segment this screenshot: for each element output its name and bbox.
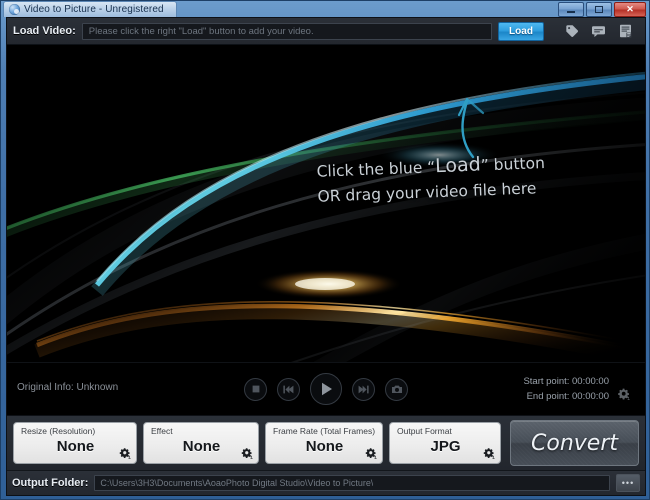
resize-settings-gear-icon[interactable] [119,447,132,460]
load-video-bar: Load Video: Please click the right "Load… [7,18,645,45]
original-info-label: Original Info: Unknown [17,382,119,393]
previous-button[interactable] [277,377,300,401]
hint-line-1-emphasis: Load [434,153,482,178]
frame-rate-option[interactable]: Frame Rate (Total Frames) None [265,422,383,464]
output-folder-path: C:\Users\3H3\Documents\AoaoPhoto Digital… [100,478,374,488]
next-icon [358,385,369,393]
play-icon [321,382,332,396]
frame-rate-settings-gear-icon[interactable] [365,447,378,460]
maximize-button[interactable] [586,2,612,17]
toolbar-icons [550,24,639,38]
camera-icon [391,385,402,393]
minimize-button[interactable] [558,2,584,17]
effect-caption: Effect [151,426,173,436]
minimize-icon [567,10,575,13]
comment-icon[interactable] [591,24,606,38]
resize-caption: Resize (Resolution) [21,426,96,436]
effect-settings-gear-icon[interactable] [241,447,254,460]
maximize-icon [595,6,603,13]
app-disc-icon [9,4,20,15]
convert-button-label: Convert [531,430,618,456]
load-button[interactable]: Load [498,21,544,41]
trim-points: Start point: 00:00:00 End point: 00:00:0… [523,374,609,404]
window-controls: ✕ [558,2,646,17]
title-bar: Video to Picture - Unregistered ✕ [1,1,650,17]
transport-bar: Original Info: Unknown Start point: 00:0… [7,362,645,415]
resize-value: None [56,438,95,455]
browse-folder-button[interactable]: ••• [616,474,640,492]
app-body: Load Video: Please click the right "Load… [6,17,646,496]
snapshot-button[interactable] [385,377,408,401]
play-button[interactable] [310,373,342,405]
output-folder-label: Output Folder: [12,477,89,489]
media-controls [244,373,408,405]
hint-line-1-suffix: ” button [480,154,546,175]
output-format-caption: Output Format [397,426,452,436]
convert-button[interactable]: Convert [510,420,639,466]
options-row: Resize (Resolution) None Effect None Fra… [7,415,645,470]
trim-settings-gear-icon[interactable] [617,387,631,401]
frame-rate-value: None [305,438,344,455]
stop-icon [252,385,259,393]
resize-option[interactable]: Resize (Resolution) None [13,422,137,464]
window-title: Video to Picture - Unregistered [24,4,164,15]
start-point-label: Start point: 00:00:00 [523,376,609,387]
output-format-value: JPG [430,438,461,455]
effect-value: None [182,438,221,455]
next-button[interactable] [352,377,375,401]
tag-icon[interactable] [564,24,579,38]
frame-rate-caption: Frame Rate (Total Frames) [273,426,376,436]
previous-icon [283,385,294,393]
video-preview-stage[interactable]: Click the blue “Load” button OR drag you… [7,45,645,362]
output-format-option[interactable]: Output Format JPG [389,422,501,464]
curved-up-arrow-icon [437,89,517,159]
output-folder-input[interactable]: C:\Users\3H3\Documents\AoaoPhoto Digital… [94,475,610,491]
register-document-icon[interactable] [618,24,633,38]
load-video-label: Load Video: [13,25,76,37]
end-point-label: End point: 00:00:00 [526,391,609,402]
hint-line-1-prefix: Click the blue “ [316,158,436,181]
effect-option[interactable]: Effect None [143,422,259,464]
stop-button[interactable] [244,377,267,401]
video-path-input[interactable]: Please click the right "Load" button to … [81,22,492,40]
close-icon: ✕ [626,4,634,14]
application-window: Video to Picture - Unregistered ✕ Load V… [0,0,650,500]
title-tab: Video to Picture - Unregistered [3,1,177,17]
output-folder-bar: Output Folder: C:\Users\3H3\Documents\Ao… [7,470,645,495]
video-path-placeholder: Please click the right "Load" button to … [88,25,314,37]
close-button[interactable]: ✕ [614,2,646,17]
output-format-settings-gear-icon[interactable] [483,447,496,460]
